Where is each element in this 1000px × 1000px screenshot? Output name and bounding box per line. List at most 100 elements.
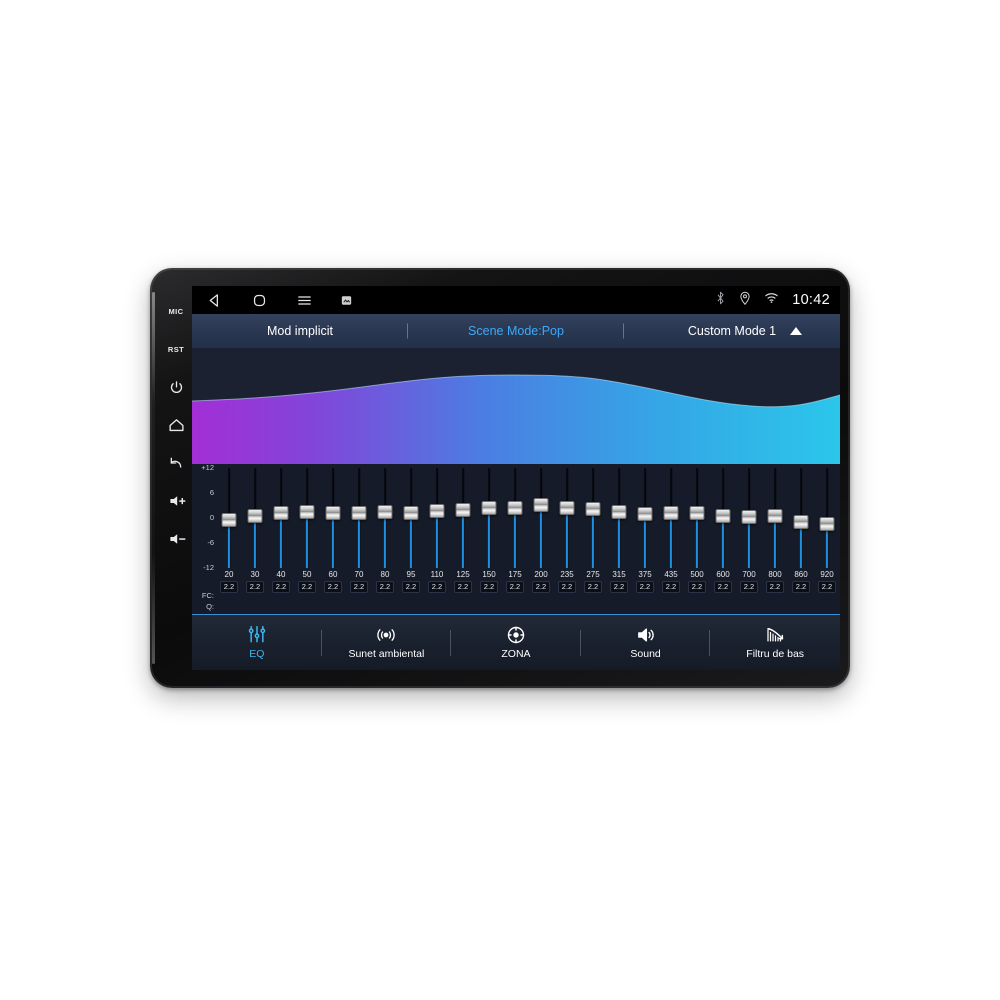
eq-band-q-value[interactable]: 2.2 [219,581,239,593]
eq-band-125[interactable]: 125 2.2 [450,468,476,614]
eq-slider-handle[interactable] [377,504,393,519]
eq-band-20[interactable]: 20 2.2 [216,468,242,614]
eq-slider-handle[interactable] [325,506,341,520]
eq-slider-track[interactable] [424,468,450,568]
eq-slider-track[interactable] [346,468,372,568]
eq-band-80[interactable]: 80 2.2 [372,468,398,614]
eq-slider-track[interactable] [736,468,762,568]
eq-band-30[interactable]: 30 2.2 [242,468,268,614]
eq-slider-track[interactable] [580,468,606,568]
eq-band-860[interactable]: 860 2.2 [788,468,814,614]
eq-slider-track[interactable] [762,468,788,568]
eq-band-375[interactable]: 375 2.2 [632,468,658,614]
eq-band-q-value[interactable]: 2.2 [245,581,265,593]
eq-band-q-value[interactable]: 2.2 [609,581,629,593]
tab-filtru-de-bas[interactable]: Filtru de bas [710,625,840,660]
eq-slider-track[interactable] [216,468,242,568]
eq-band-q-value[interactable]: 2.2 [531,581,551,593]
eq-slider-handle[interactable] [689,506,705,520]
eq-slider-track[interactable] [372,468,398,568]
eq-slider-track[interactable] [268,468,294,568]
eq-slider-track[interactable] [684,468,710,568]
eq-band-110[interactable]: 110 2.2 [424,468,450,614]
eq-band-275[interactable]: 275 2.2 [580,468,606,614]
eq-band-q-value[interactable]: 2.2 [687,581,707,593]
eq-band-200[interactable]: 200 2.2 [528,468,554,614]
back-key[interactable] [160,444,192,482]
power-key[interactable] [160,368,192,406]
eq-band-q-value[interactable]: 2.2 [323,581,343,593]
eq-band-150[interactable]: 150 2.2 [476,468,502,614]
eq-slider-track[interactable] [528,468,554,568]
eq-band-q-value[interactable]: 2.2 [401,581,421,593]
eq-slider-track[interactable] [814,468,840,568]
eq-band-435[interactable]: 435 2.2 [658,468,684,614]
eq-band-q-value[interactable]: 2.2 [349,581,369,593]
eq-slider-track[interactable] [242,468,268,568]
eq-slider-handle[interactable] [559,501,575,515]
eq-band-q-value[interactable]: 2.2 [739,581,759,593]
tab-zona[interactable]: ZONA [451,625,581,660]
eq-band-q-value[interactable]: 2.2 [427,581,447,593]
mode-custom[interactable]: Custom Mode 1 [624,324,840,338]
eq-slider-handle[interactable] [715,508,731,523]
eq-slider-track[interactable] [658,468,684,568]
eq-band-175[interactable]: 175 2.2 [502,468,528,614]
mic-key[interactable]: MIC [160,292,192,330]
eq-slider-handle[interactable] [351,505,367,520]
eq-band-q-value[interactable]: 2.2 [713,581,733,593]
tab-eq[interactable]: EQ [192,625,322,660]
eq-band-700[interactable]: 700 2.2 [736,468,762,614]
eq-band-920[interactable]: 920 2.2 [814,468,840,614]
mode-default[interactable]: Mod implicit [192,323,408,339]
eq-band-q-value[interactable]: 2.2 [271,581,291,593]
eq-band-q-value[interactable]: 2.2 [583,581,603,593]
back-icon[interactable] [206,292,223,309]
screenshot-icon[interactable] [341,295,352,306]
eq-band-60[interactable]: 60 2.2 [320,468,346,614]
eq-slider-handle[interactable] [741,509,757,524]
eq-band-q-value[interactable]: 2.2 [661,581,681,593]
eq-band-q-value[interactable]: 2.2 [375,581,395,593]
eq-slider-handle[interactable] [273,506,289,521]
eq-slider-track[interactable] [502,468,528,568]
eq-band-500[interactable]: 500 2.2 [684,468,710,614]
eq-slider-handle[interactable] [767,509,783,524]
tab-sound[interactable]: Sound [581,625,711,660]
eq-slider-handle[interactable] [455,503,471,518]
eq-band-600[interactable]: 600 2.2 [710,468,736,614]
volume-down-key[interactable] [160,520,192,558]
eq-slider-track[interactable] [632,468,658,568]
eq-band-q-value[interactable]: 2.2 [453,581,473,593]
eq-band-q-value[interactable]: 2.2 [557,581,577,593]
eq-slider-handle[interactable] [585,501,601,516]
eq-slider-track[interactable] [788,468,814,568]
volume-up-key[interactable] [160,482,192,520]
eq-band-800[interactable]: 800 2.2 [762,468,788,614]
eq-band-q-value[interactable]: 2.2 [505,581,525,593]
eq-band-315[interactable]: 315 2.2 [606,468,632,614]
reset-key[interactable]: RST [160,330,192,368]
eq-band-q-value[interactable]: 2.2 [765,581,785,593]
eq-slider-handle[interactable] [793,514,809,529]
eq-band-q-value[interactable]: 2.2 [479,581,499,593]
eq-slider-track[interactable] [294,468,320,568]
eq-slider-handle[interactable] [221,512,237,527]
eq-band-q-value[interactable]: 2.2 [297,581,317,593]
eq-slider-handle[interactable] [429,504,445,519]
eq-slider-track[interactable] [554,468,580,568]
eq-slider-handle[interactable] [247,509,263,524]
home-key[interactable] [160,406,192,444]
eq-slider-track[interactable] [450,468,476,568]
chevron-up-icon[interactable] [790,327,802,335]
eq-band-40[interactable]: 40 2.2 [268,468,294,614]
mode-scene[interactable]: Scene Mode:Pop [408,323,624,339]
eq-slider-handle[interactable] [507,500,523,515]
menu-icon[interactable] [296,292,313,309]
eq-slider-track[interactable] [320,468,346,568]
eq-band-235[interactable]: 235 2.2 [554,468,580,614]
eq-slider-track[interactable] [476,468,502,568]
eq-slider-track[interactable] [710,468,736,568]
eq-band-70[interactable]: 70 2.2 [346,468,372,614]
eq-slider-track[interactable] [398,468,424,568]
